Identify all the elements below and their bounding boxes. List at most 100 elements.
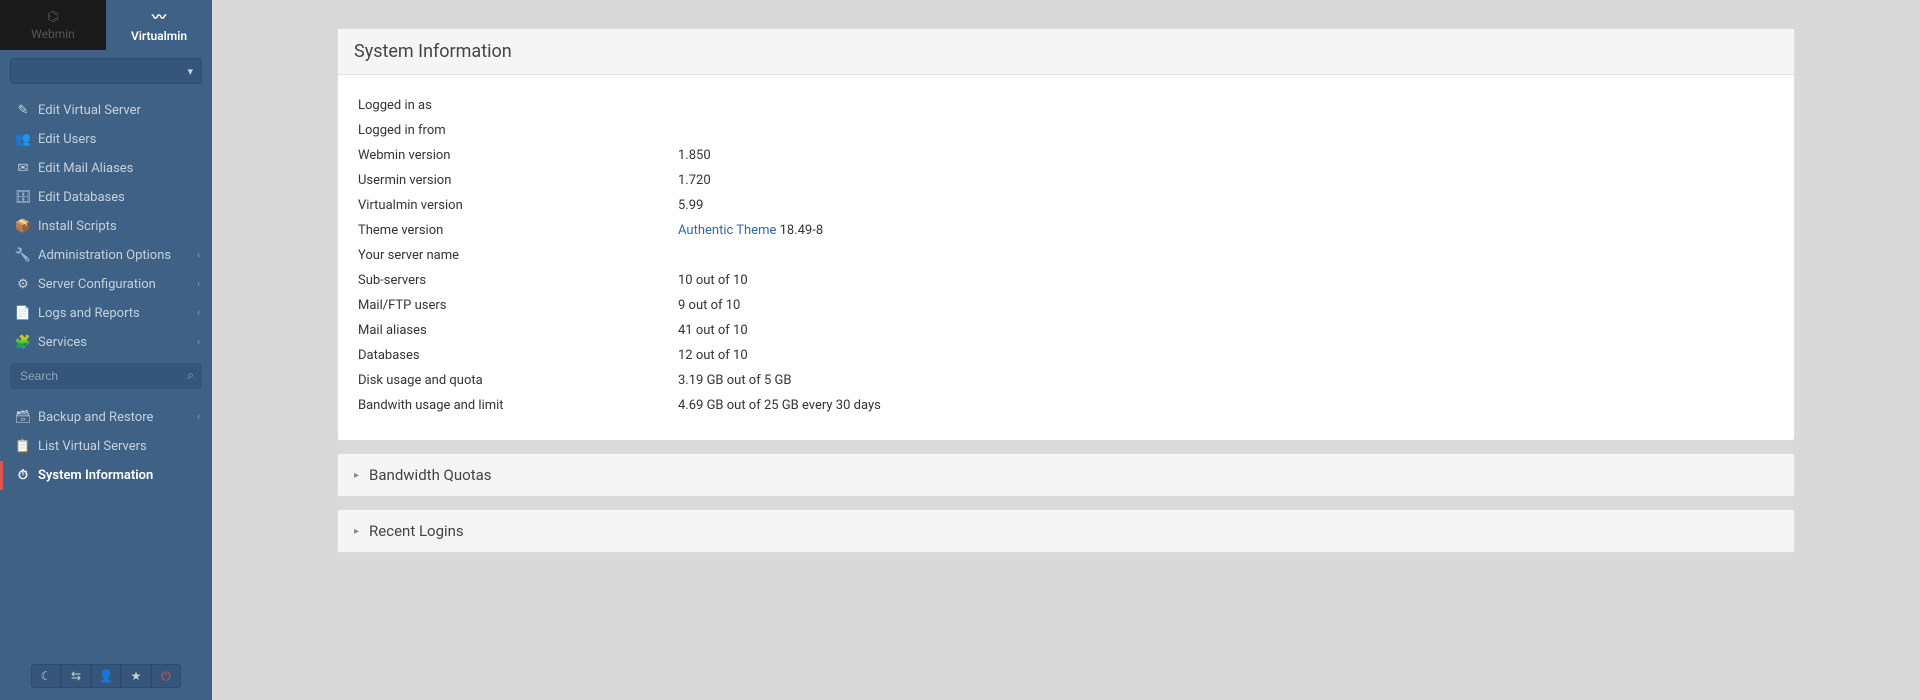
info-row: Bandwith usage and limit4.69 GB out of 2…: [358, 393, 1774, 418]
collapsed-panel-bandwidth-quotas[interactable]: ▸ Bandwidth Quotas: [337, 453, 1795, 497]
sidebar-item-label: Backup and Restore: [38, 410, 153, 425]
tab-virtualmin-label: Virtualmin: [131, 29, 187, 43]
info-label: Usermin version: [358, 173, 678, 188]
install-scripts-icon: 📦: [14, 219, 32, 234]
moon-icon: ☾: [41, 669, 52, 683]
info-value: 12 out of 10: [678, 348, 748, 363]
sidebar-item-install-scripts[interactable]: 📦 Install Scripts: [0, 212, 212, 241]
collapsed-panel-recent-logins[interactable]: ▸Recent Logins: [337, 509, 1795, 553]
sidebar-item-label: Edit Databases: [38, 190, 125, 205]
info-value: 1.720: [678, 173, 711, 188]
search-input[interactable]: [10, 363, 202, 389]
info-row: Mail aliases41 out of 10: [358, 318, 1774, 343]
info-row: Usermin version1.720: [358, 168, 1774, 193]
sidebar-item-server-configuration[interactable]: ⚙Server Configuration‹: [0, 270, 212, 299]
info-row: Logged in from: [358, 118, 1774, 143]
system-information-icon: ⏱: [14, 468, 32, 483]
info-value: 41 out of 10: [678, 323, 748, 338]
domain-selector[interactable]: ▾: [10, 58, 202, 84]
info-value: 5.99: [678, 198, 703, 213]
logout-button[interactable]: ⏻: [151, 664, 181, 688]
star-icon: ★: [131, 669, 142, 683]
sidebar-item-backup-and-restore[interactable]: 🗃Backup and Restore‹: [0, 403, 212, 432]
sidebar-item-logs-and-reports[interactable]: 📄 Logs and Reports ‹: [0, 299, 212, 328]
sidebar-item-label: Administration Options: [38, 248, 171, 263]
collapsed-panel-title: Bandwidth Quotas: [369, 466, 491, 484]
panel-body: Logged in as Logged in from Webmin version…: [338, 75, 1794, 440]
theme-link[interactable]: Authentic Theme: [678, 223, 776, 238]
top-tabs: ⌬ Webmin 〰 Virtualmin: [0, 0, 212, 50]
tab-webmin-label: Webmin: [31, 27, 75, 41]
info-label: Your server name: [358, 248, 678, 263]
collapsed-panel-title: Recent Logins: [369, 522, 464, 540]
chevron-left-icon: ‹: [197, 279, 200, 290]
user-icon: 👤: [99, 669, 114, 683]
logs-and-reports-icon: 📄: [14, 306, 32, 321]
dark-mode-button[interactable]: ☾: [31, 664, 61, 688]
info-label: Webmin version: [358, 148, 678, 163]
list-virtual-servers-icon: 📋: [14, 439, 32, 454]
info-row: Theme versionAuthentic Theme 18.49-8: [358, 218, 1774, 243]
info-label: Theme version: [358, 223, 678, 238]
tab-virtualmin[interactable]: 〰 Virtualmin: [106, 0, 212, 50]
edit-users-icon: 👥: [14, 132, 32, 147]
info-value: Authentic Theme 18.49-8: [678, 223, 823, 238]
system-information-panel: System Information Logged in asLogged in…: [337, 28, 1795, 441]
chevron-left-icon: ‹: [197, 308, 200, 319]
theme-version-suffix: 18.49-8: [776, 223, 823, 238]
info-row: Disk usage and quota3.19 GB out of 5 GB: [358, 368, 1774, 393]
sidebar-item-label: Edit Virtual Server: [38, 103, 141, 118]
caret-right-icon: ▸: [354, 470, 359, 481]
chevron-left-icon: ‹: [197, 250, 200, 261]
info-value: 1.850: [678, 148, 711, 163]
info-row: Virtualmin version5.99: [358, 193, 1774, 218]
edit-mail-aliases-icon: ✉: [14, 161, 32, 176]
info-row: Logged in as: [358, 93, 1774, 118]
info-row: Databases12 out of 10: [358, 343, 1774, 368]
info-value: 10 out of 10: [678, 273, 748, 288]
backup-and-restore-icon: 🗃: [14, 410, 32, 425]
info-label: Sub-servers: [358, 273, 678, 288]
services-icon: 🧩: [14, 335, 32, 350]
sidebar-search: ⌕: [10, 363, 202, 389]
sidebar-item-label: List Virtual Servers: [38, 439, 147, 454]
sidebar-item-edit-users[interactable]: 👥 Edit Users: [0, 125, 212, 154]
info-row: Your server name: [358, 243, 1774, 268]
sidebar-item-edit-mail-aliases[interactable]: ✉ Edit Mail Aliases: [0, 154, 212, 183]
info-label: Mail/FTP users: [358, 298, 678, 313]
bottom-toolbar: ☾ ⇆ 👤 ★ ⏻: [0, 652, 212, 700]
sidebar-item-label: Services: [38, 335, 87, 350]
sidebar-item-label: Server Configuration: [38, 277, 156, 292]
sidebar-item-services[interactable]: 🧩 Services ‹: [0, 328, 212, 357]
info-label: Bandwith usage and limit: [358, 398, 678, 413]
sidebar-item-label: Edit Users: [38, 132, 96, 147]
caret-down-icon: ▾: [187, 65, 193, 78]
tab-webmin[interactable]: ⌬ Webmin: [0, 0, 106, 50]
info-value: 9 out of 10: [678, 298, 740, 313]
sidebar-item-system-information[interactable]: ⏱ System Information: [0, 461, 212, 490]
info-value: 3.19 GB out of 5 GB: [678, 373, 791, 388]
sidebar-item-label: Logs and Reports: [38, 306, 140, 321]
info-label: Logged in from: [358, 123, 678, 138]
panel-header[interactable]: System Information: [338, 29, 1794, 75]
panel-title: System Information: [354, 41, 512, 62]
sidebar-item-administration-options[interactable]: 🔧Administration Options‹: [0, 241, 212, 270]
power-icon: ⏻: [161, 669, 171, 684]
virtualmin-logo-icon: 〰: [152, 7, 166, 27]
main-content: System Information Logged in asLogged in…: [212, 0, 1920, 593]
edit-virtual-server-icon: ✎: [14, 103, 32, 118]
info-row: Sub-servers10 out of 10: [358, 268, 1774, 293]
sidebar-item-label: Install Scripts: [38, 219, 117, 234]
sidebar-item-edit-databases[interactable]: 🗄Edit Databases: [0, 183, 212, 212]
favorites-button[interactable]: ★: [121, 664, 151, 688]
sidebar-item-list-virtual-servers[interactable]: 📋 List Virtual Servers: [0, 432, 212, 461]
webmin-logo-icon: ⌬: [47, 9, 59, 25]
sidebar-item-edit-virtual-server[interactable]: ✎ Edit Virtual Server: [0, 96, 212, 125]
share-button[interactable]: ⇆: [61, 664, 91, 688]
sidebar-item-label: System Information: [38, 468, 153, 483]
chevron-left-icon: ‹: [197, 337, 200, 348]
info-label: Mail aliases: [358, 323, 678, 338]
sidebar-item-label: Edit Mail Aliases: [38, 161, 133, 176]
info-row: Webmin version1.850: [358, 143, 1774, 168]
user-button[interactable]: 👤: [91, 664, 121, 688]
